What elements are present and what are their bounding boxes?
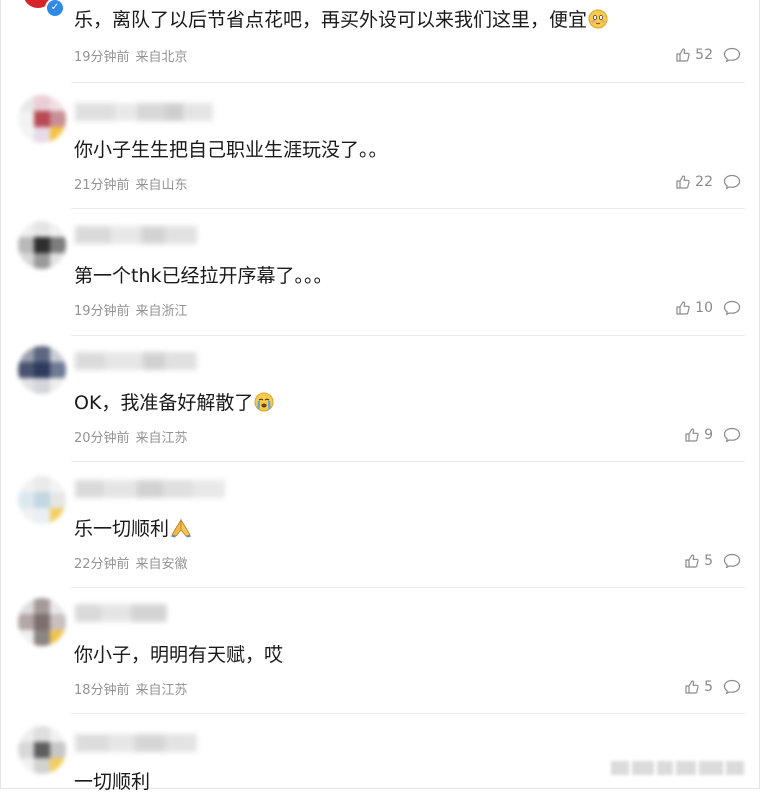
comment-item-1: ✓ 乐，离队了以后节省点花吧，再买外设可以来我们这里，便宜 19分钟前 来自北京 …: [1, 0, 760, 82]
comment-time: 21分钟前: [74, 178, 130, 193]
like-count: 22: [695, 174, 713, 190]
comment-actions: 5: [684, 677, 741, 697]
like-button[interactable]: 10: [675, 300, 713, 316]
comment-text: 你小子，明明有天赋，哎: [74, 644, 284, 666]
comment-item-2: 你小子生生把自己职业生涯玩没了。。 21分钟前 来自山东 22: [1, 83, 760, 209]
username-blurred[interactable]: [75, 226, 197, 244]
username-blurred[interactable]: [75, 103, 213, 121]
username-blurred[interactable]: [75, 734, 197, 752]
like-button[interactable]: 5: [684, 679, 713, 695]
like-count: 5: [704, 553, 713, 569]
comment-text: 第一个thk已经拉开序幕了。。。: [74, 265, 333, 287]
watermark: [611, 758, 751, 778]
thumbs-up-icon: [684, 679, 700, 695]
comment-bubble-icon[interactable]: [723, 174, 741, 190]
comment-item-5: 乐一切顺利 22分钟前 来自安徽 5: [1, 462, 760, 588]
comment-location: 来自北京: [135, 50, 188, 65]
username-blurred[interactable]: [75, 604, 167, 622]
comment-bubble-icon[interactable]: [723, 427, 741, 443]
avatar[interactable]: [18, 221, 66, 269]
comment-actions: 9: [684, 425, 741, 445]
comment-actions: 52: [675, 45, 741, 65]
comment-time: 18分钟前: [74, 683, 130, 698]
comment-meta: 20分钟前 来自江苏: [74, 427, 188, 446]
comment-bubble-icon[interactable]: [723, 679, 741, 695]
verified-badge-icon: ✓: [45, 0, 65, 18]
like-count: 10: [695, 300, 713, 316]
comment-meta: 22分钟前 来自安徽: [74, 553, 188, 572]
thumbs-up-icon: [684, 427, 700, 443]
like-count: 5: [704, 679, 713, 695]
crying-face-icon: [254, 392, 274, 418]
like-count: 52: [695, 47, 713, 63]
comment-list: ✓ 乐，离队了以后节省点花吧，再买外设可以来我们这里，便宜 19分钟前 来自北京 …: [0, 0, 760, 793]
thumbs-up-icon: [675, 47, 691, 63]
like-button[interactable]: 9: [684, 427, 713, 443]
username-blurred[interactable]: [75, 352, 197, 370]
comment-bubble-icon[interactable]: [723, 47, 741, 63]
comment-time: 20分钟前: [74, 431, 130, 446]
comment-time: 19分钟前: [74, 50, 130, 65]
thumbs-up-icon: [684, 553, 700, 569]
comment-meta: 19分钟前 来自浙江: [74, 300, 188, 319]
comment-time: 19分钟前: [74, 304, 130, 319]
like-button[interactable]: 5: [684, 553, 713, 569]
comment-location: 来自浙江: [135, 304, 188, 319]
comment-text: 你小子生生把自己职业生涯玩没了。。: [74, 139, 388, 161]
comment-actions: 5: [684, 551, 741, 571]
comment-item-3: 第一个thk已经拉开序幕了。。。 19分钟前 来自浙江 10: [1, 209, 760, 335]
comment-meta: 19分钟前 来自北京: [74, 46, 188, 65]
comment-location: 来自江苏: [135, 683, 188, 698]
comment-actions: 10: [675, 298, 741, 318]
comment-text: OK，我准备好解散了: [74, 391, 274, 418]
comment-text: 乐一切顺利: [74, 517, 192, 544]
comment-item-7: 一切顺利: [1, 714, 760, 793]
blush-face-icon: [588, 9, 608, 35]
comment-item-4: OK，我准备好解散了 20分钟前 来自江苏 9: [1, 336, 760, 462]
like-button[interactable]: 22: [675, 174, 713, 190]
username-blurred[interactable]: [75, 480, 225, 498]
comment-bubble-icon[interactable]: [723, 553, 741, 569]
like-count: 9: [704, 427, 713, 443]
comment-text: 乐，离队了以后节省点花吧，再买外设可以来我们这里，便宜: [74, 8, 608, 35]
avatar[interactable]: [18, 598, 66, 646]
avatar[interactable]: [18, 346, 66, 394]
avatar[interactable]: [18, 95, 66, 143]
comment-location: 来自江苏: [135, 431, 188, 446]
comment-location: 来自山东: [135, 178, 188, 193]
comment-text: 一切顺利: [74, 771, 151, 793]
comment-location: 来自安徽: [135, 557, 188, 572]
comment-time: 22分钟前: [74, 557, 130, 572]
comment-item-6: 你小子，明明有天赋，哎 18分钟前 来自江苏 5: [1, 588, 760, 714]
praying-hands-icon: [170, 518, 192, 544]
comment-actions: 22: [675, 172, 741, 192]
avatar[interactable]: [18, 476, 66, 524]
comment-meta: 18分钟前 来自江苏: [74, 679, 188, 698]
thumbs-up-icon: [675, 174, 691, 190]
thumbs-up-icon: [675, 300, 691, 316]
like-button[interactable]: 52: [675, 47, 713, 63]
comment-bubble-icon[interactable]: [723, 300, 741, 316]
avatar[interactable]: [18, 726, 66, 774]
comment-meta: 21分钟前 来自山东: [74, 174, 188, 193]
